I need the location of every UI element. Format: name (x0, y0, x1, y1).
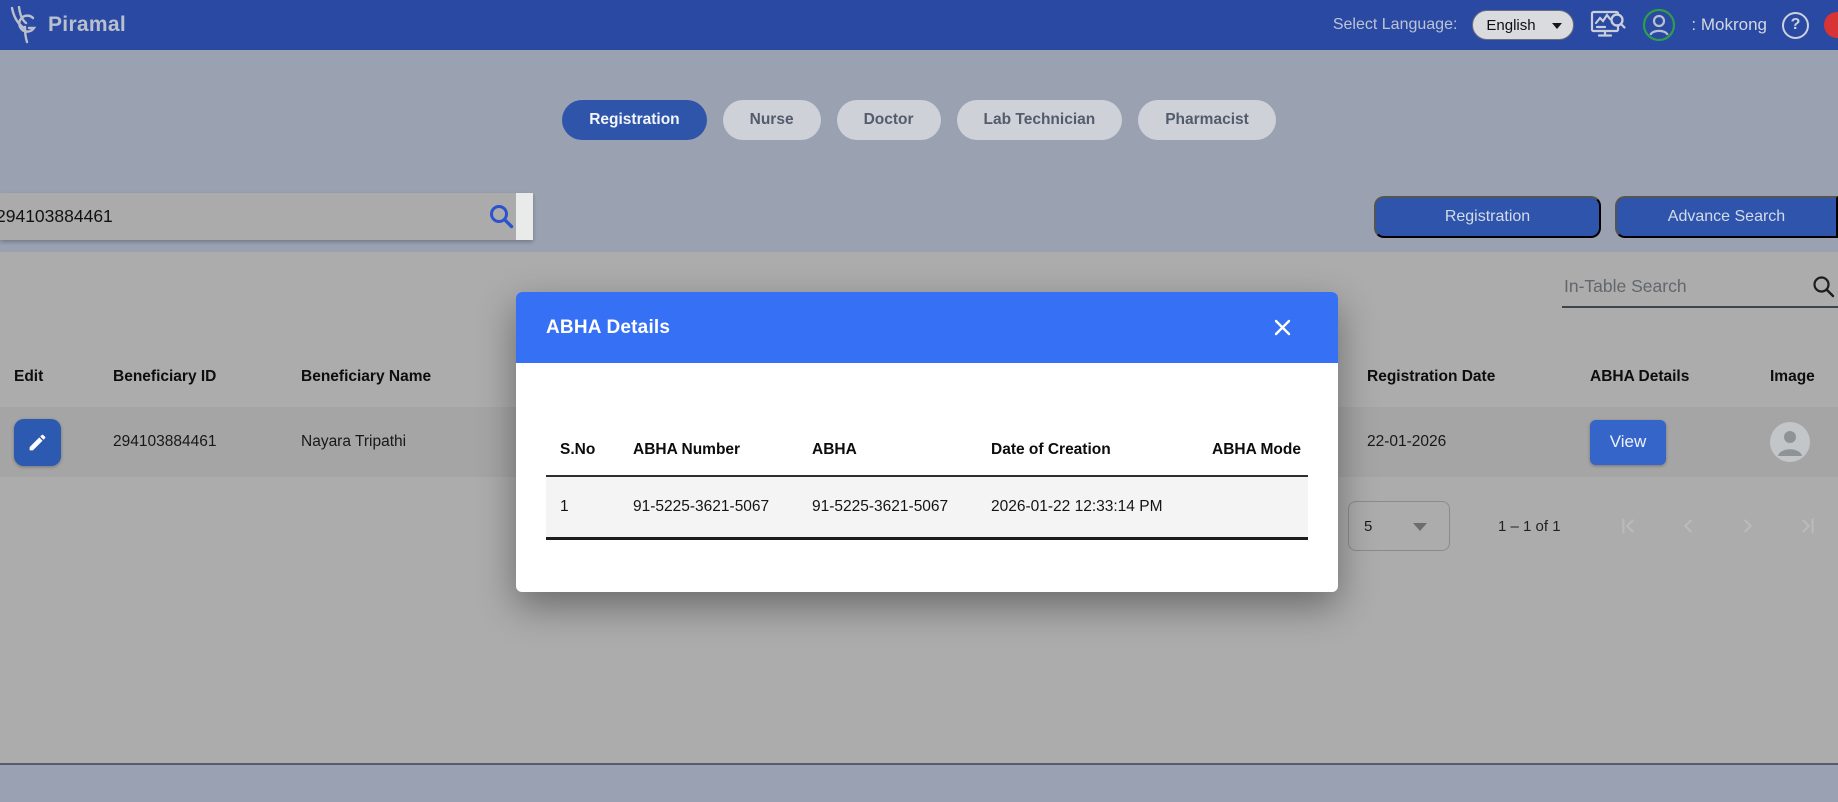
tab-nurse[interactable]: Nurse (723, 100, 821, 140)
in-table-search-icon[interactable] (1811, 274, 1836, 299)
view-abha-details-button[interactable]: View (1590, 420, 1666, 465)
search-icon[interactable] (488, 203, 515, 230)
column-header-abha-details: ABHA Details (1576, 368, 1756, 386)
tab-label: Doctor (864, 111, 914, 129)
chevron-down-icon (1552, 23, 1562, 29)
footer-bar (0, 763, 1838, 802)
user-avatar-icon[interactable] (1642, 8, 1676, 42)
notification-dot-icon[interactable] (1824, 12, 1838, 38)
column-header-beneficiary-id: Beneficiary ID (99, 368, 287, 386)
column-header-registration-date: Registration Date (1353, 368, 1576, 386)
column-header-image: Image (1756, 368, 1838, 386)
beneficiary-search-input[interactable] (0, 206, 516, 227)
brand-logo: Piramal (0, 6, 126, 44)
pagination-range-label: 1 – 1 of 1 (1498, 518, 1561, 535)
modal-header: ABHA Details (516, 292, 1338, 363)
abha-cell-date-of-creation: 2026-01-22 12:33:14 PM (977, 498, 1198, 516)
rows-per-page-value: 5 (1364, 518, 1372, 535)
brand-name: Piramal (48, 13, 126, 37)
abha-table: S.No ABHA Number ABHA Date of Creation A… (546, 441, 1308, 540)
beneficiary-search-box (0, 193, 533, 240)
previous-page-icon[interactable] (1677, 515, 1699, 537)
language-select[interactable]: English (1472, 10, 1574, 40)
last-page-icon[interactable] (1797, 515, 1819, 537)
top-app-bar: Piramal Select Language: English (0, 0, 1838, 50)
report-monitor-icon[interactable] (1589, 8, 1627, 42)
edit-button[interactable] (14, 419, 61, 466)
column-header-edit: Edit (0, 368, 99, 386)
abha-table-row: 1 91-5225-3621-5067 91-5225-3621-5067 20… (546, 477, 1308, 540)
language-select-value: English (1486, 17, 1535, 34)
chevron-down-icon (1413, 523, 1427, 531)
abha-cell-sno: 1 (546, 498, 619, 516)
pencil-icon (27, 432, 48, 453)
first-page-icon[interactable] (1617, 515, 1639, 537)
modal-title: ABHA Details (546, 317, 670, 339)
abha-details-modal: ABHA Details S.No ABHA Number ABHA Date … (516, 292, 1338, 592)
abha-cell-abha-number: 91-5225-3621-5067 (619, 498, 798, 516)
registration-button[interactable]: Registration (1374, 196, 1601, 238)
pagination-bar: 5 1 – 1 of 1 (1348, 501, 1819, 551)
select-language-label: Select Language: (1333, 16, 1458, 34)
beneficiary-image-icon[interactable] (1770, 422, 1810, 462)
next-page-icon[interactable] (1737, 515, 1759, 537)
abha-column-abha-mode: ABHA Mode (1198, 441, 1308, 459)
help-icon[interactable]: ? (1782, 12, 1809, 39)
abha-column-abha: ABHA (798, 441, 977, 459)
abha-column-abha-number: ABHA Number (619, 441, 798, 459)
in-table-search-input[interactable] (1562, 268, 1800, 297)
rows-per-page-select[interactable]: 5 (1348, 501, 1450, 551)
role-tabs: Registration Nurse Doctor Lab Technician… (0, 100, 1838, 140)
cell-beneficiary-id: 294103884461 (99, 433, 287, 451)
cell-registration-date: 22-01-2026 (1353, 433, 1576, 451)
piramal-logo-icon (8, 6, 42, 44)
tab-label: Nurse (750, 111, 794, 129)
tab-doctor[interactable]: Doctor (837, 100, 941, 140)
abha-table-header-row: S.No ABHA Number ABHA Date of Creation A… (546, 441, 1308, 477)
in-table-search (1562, 268, 1838, 308)
abha-column-sno: S.No (546, 441, 619, 459)
abha-column-date-of-creation: Date of Creation (977, 441, 1198, 459)
tab-label: Lab Technician (984, 111, 1096, 129)
logged-in-user-name: : Mokrong (1691, 15, 1767, 35)
tab-label: Pharmacist (1165, 111, 1249, 129)
tab-label: Registration (589, 111, 679, 129)
tab-registration[interactable]: Registration (562, 100, 706, 140)
tab-pharmacist[interactable]: Pharmacist (1138, 100, 1276, 140)
close-icon (1273, 318, 1292, 337)
tab-lab-technician[interactable]: Lab Technician (957, 100, 1123, 140)
abha-cell-abha: 91-5225-3621-5067 (798, 498, 977, 516)
advance-search-button[interactable]: Advance Search (1615, 196, 1838, 238)
close-button[interactable] (1269, 314, 1296, 341)
